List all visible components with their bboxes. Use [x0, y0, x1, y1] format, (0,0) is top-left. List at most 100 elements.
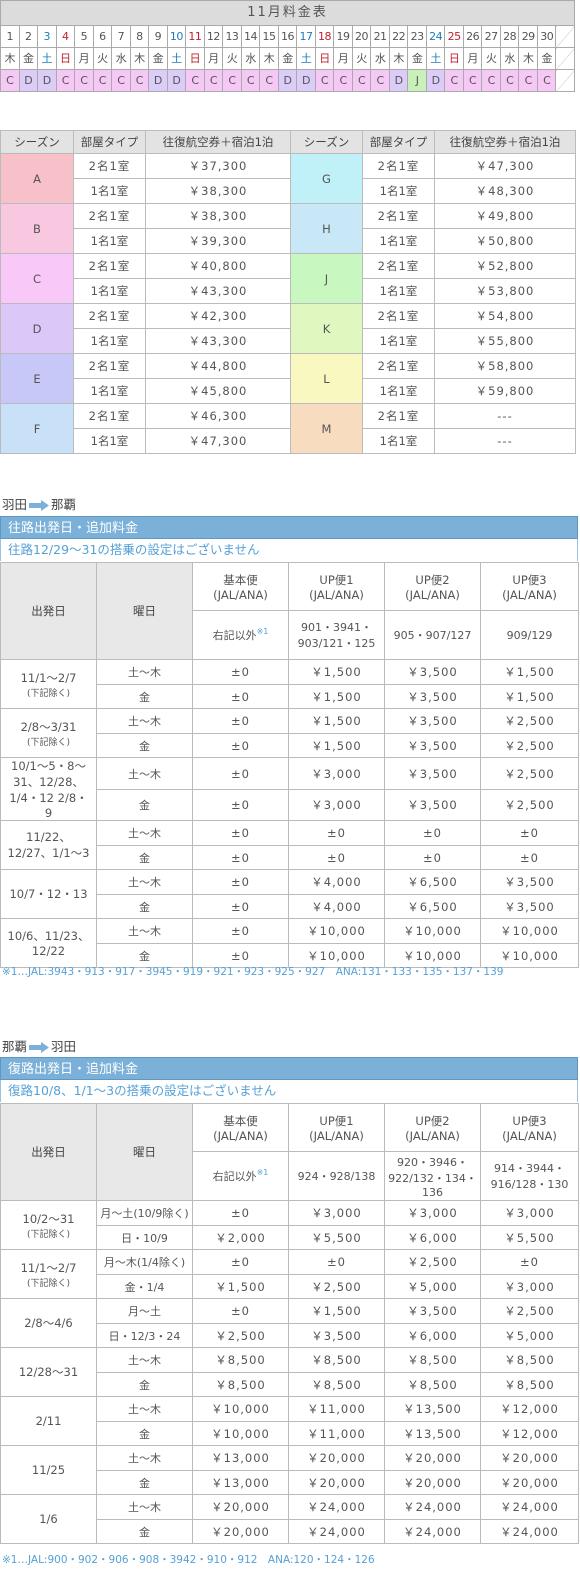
surcharge-value: ±0: [384, 845, 481, 870]
surcharge-value: ￥3,500: [384, 756, 481, 791]
header-flight-class: UP便3 (JAL/ANA): [480, 1103, 579, 1152]
date-range: 2/11: [35, 1414, 62, 1428]
calendar-season: C: [55, 69, 76, 92]
surcharge-value: ￥3,500: [288, 1323, 385, 1348]
weekday-range: 土～木: [96, 869, 193, 895]
surcharge-value: ±0: [384, 820, 481, 846]
price-value: ￥52,800: [434, 253, 576, 279]
flight-numbers: 901・3941・903/121・125: [288, 610, 385, 660]
arrow-right-icon: [29, 1042, 50, 1053]
calendar-weekday: 木: [0, 47, 20, 70]
flight-numbers-text: 右記以外: [212, 629, 257, 642]
price-value: ￥59,800: [434, 378, 576, 404]
weekday-range: 土～木: [96, 1396, 193, 1422]
surcharge-value: ±0: [480, 845, 579, 870]
departure-date: 1/6: [0, 1494, 97, 1544]
season-label: J: [290, 253, 363, 304]
surcharge-value: ￥5,000: [480, 1323, 579, 1348]
weekday-range: 金: [96, 1519, 193, 1544]
surcharge-value: ￥8,500: [384, 1372, 481, 1397]
room-type: 2名1室: [362, 303, 435, 329]
surcharge-value: ￥1,500: [192, 1274, 289, 1299]
flight-numbers: 909/129: [480, 610, 579, 660]
inbound-footnote: ※1…JAL:900・902・906・908・3942・910・912 ANA:…: [2, 1554, 375, 1566]
calendar-season: C: [203, 69, 224, 92]
price-value: ￥44,800: [145, 353, 291, 379]
surcharge-value: ￥1,500: [480, 684, 579, 709]
room-type: 2名1室: [73, 353, 146, 379]
room-type: 1名1室: [73, 278, 146, 304]
surcharge-value: ￥2,500: [480, 756, 579, 791]
weekday-range: 土～木: [96, 708, 193, 734]
calendar-day: 20: [351, 25, 372, 48]
calendar-day: 8: [129, 25, 150, 48]
surcharge-value: ￥3,500: [384, 659, 481, 685]
calendar-season: C: [240, 69, 261, 92]
weekday-range: 金: [96, 1421, 193, 1446]
surcharge-value: ￥8,500: [192, 1372, 289, 1397]
price-value: ￥48,300: [434, 178, 576, 204]
flight-class-name: 基本便: [223, 1113, 258, 1128]
season-row: E 2名1室 ￥44,800 L 2名1室 ￥58,800: [0, 353, 576, 404]
fare-row: 2/8～3/31 (下記除く) 土～木 ±0 ￥1,500 ￥3,500 ￥2,500: [0, 708, 579, 758]
calendar-weekday: 土: [166, 47, 187, 70]
calendar-day: 30: [536, 25, 557, 48]
surcharge-value: ￥1,500: [288, 1298, 385, 1324]
inbound-title-bar: 復路出発日・追加料金: [0, 1057, 578, 1080]
season-row: 1名1室 ￥43,300 1名1室 ￥53,800: [1, 278, 576, 304]
calendar-day: 23: [407, 25, 427, 48]
surcharge-value: ￥24,000: [288, 1494, 385, 1520]
header-season: シーズン: [0, 130, 74, 154]
surcharge-value: ￥3,500: [384, 1298, 481, 1324]
surcharge-value: ￥3,000: [480, 1200, 579, 1226]
calendar-weekday: 日: [55, 47, 76, 70]
surcharge-value: ￥24,000: [384, 1519, 481, 1544]
calendar-day: 9: [148, 25, 168, 48]
weekday-range: 月～土(10/9除く): [96, 1200, 193, 1226]
surcharge-value: ￥10,000: [384, 918, 481, 944]
header-flight-class: 基本便 (JAL/ANA): [192, 562, 289, 611]
room-type: 1名1室: [362, 428, 435, 454]
surcharge-value: ￥20,000: [384, 1445, 481, 1471]
price-value: ￥43,300: [145, 328, 291, 354]
weekday-range: 月～土: [96, 1298, 193, 1324]
surcharge-value: ￥3,000: [288, 789, 385, 821]
calendar-day: 1: [0, 25, 20, 48]
surcharge-value: ￥3,000: [288, 1200, 385, 1226]
flight-numbers: 右記以外※1: [192, 1151, 289, 1201]
calendar-day: 29: [518, 25, 538, 48]
room-type: 1名1室: [362, 328, 435, 354]
departure-date: 2/8～3/31 (下記除く): [0, 708, 97, 758]
surcharge-value: ±0: [192, 845, 289, 870]
calendar-day: 14: [240, 25, 261, 48]
season-label: G: [290, 153, 363, 204]
surcharge-value: ￥1,500: [288, 659, 385, 685]
inbound-route: 那覇 羽田: [2, 1036, 76, 1055]
outbound-note: 往路12/29～31の搭乗の設定はございません: [0, 539, 578, 561]
surcharge-value: ￥3,000: [480, 1274, 579, 1299]
calendar-season: D: [18, 69, 39, 92]
surcharge-value: ￥12,000: [480, 1396, 579, 1422]
surcharge-value: ￥5,500: [288, 1225, 385, 1250]
fare-row: 2/11 土～木 ￥10,000 ￥11,000 ￥13,500 ￥12,000: [0, 1396, 579, 1446]
calendar-weekday: 土: [296, 47, 316, 70]
fare-row: 11/1～2/7 (下記除く) 月～木(1/4除く) ±0 ±0 ￥2,500 ±0: [0, 1249, 579, 1299]
surcharge-value: ±0: [480, 820, 579, 846]
fare-row: 11/1～2/7 (下記除く) 土～木 ±0 ￥1,500 ￥3,500 ￥1,500: [0, 659, 579, 709]
calendar-day: 16: [277, 25, 298, 48]
room-type: 1名1室: [362, 178, 435, 204]
route-from: 那覇: [2, 1039, 28, 1054]
departure-date: 11/1～2/7 (下記除く): [0, 659, 97, 709]
surcharge-value: ￥2,500: [384, 1249, 481, 1275]
surcharge-value: ±0: [192, 1200, 289, 1226]
surcharge-value: ±0: [192, 1249, 289, 1275]
calendar-season: C: [536, 69, 557, 92]
header-weekday: 曜日: [96, 1103, 193, 1201]
price-value: ￥50,800: [434, 228, 576, 254]
calendar-day: 21: [370, 25, 390, 48]
date-range: 11/25: [31, 1463, 66, 1477]
surcharge-value: ￥3,500: [384, 733, 481, 758]
surcharge-value: ￥10,000: [480, 918, 579, 944]
flight-class-carrier: (JAL/ANA): [213, 1128, 268, 1143]
outbound-fare-table: 出発日 曜日 基本便 (JAL/ANA) UP便1 (JAL/ANA) UP便2 (JAL/A…: [0, 562, 579, 968]
